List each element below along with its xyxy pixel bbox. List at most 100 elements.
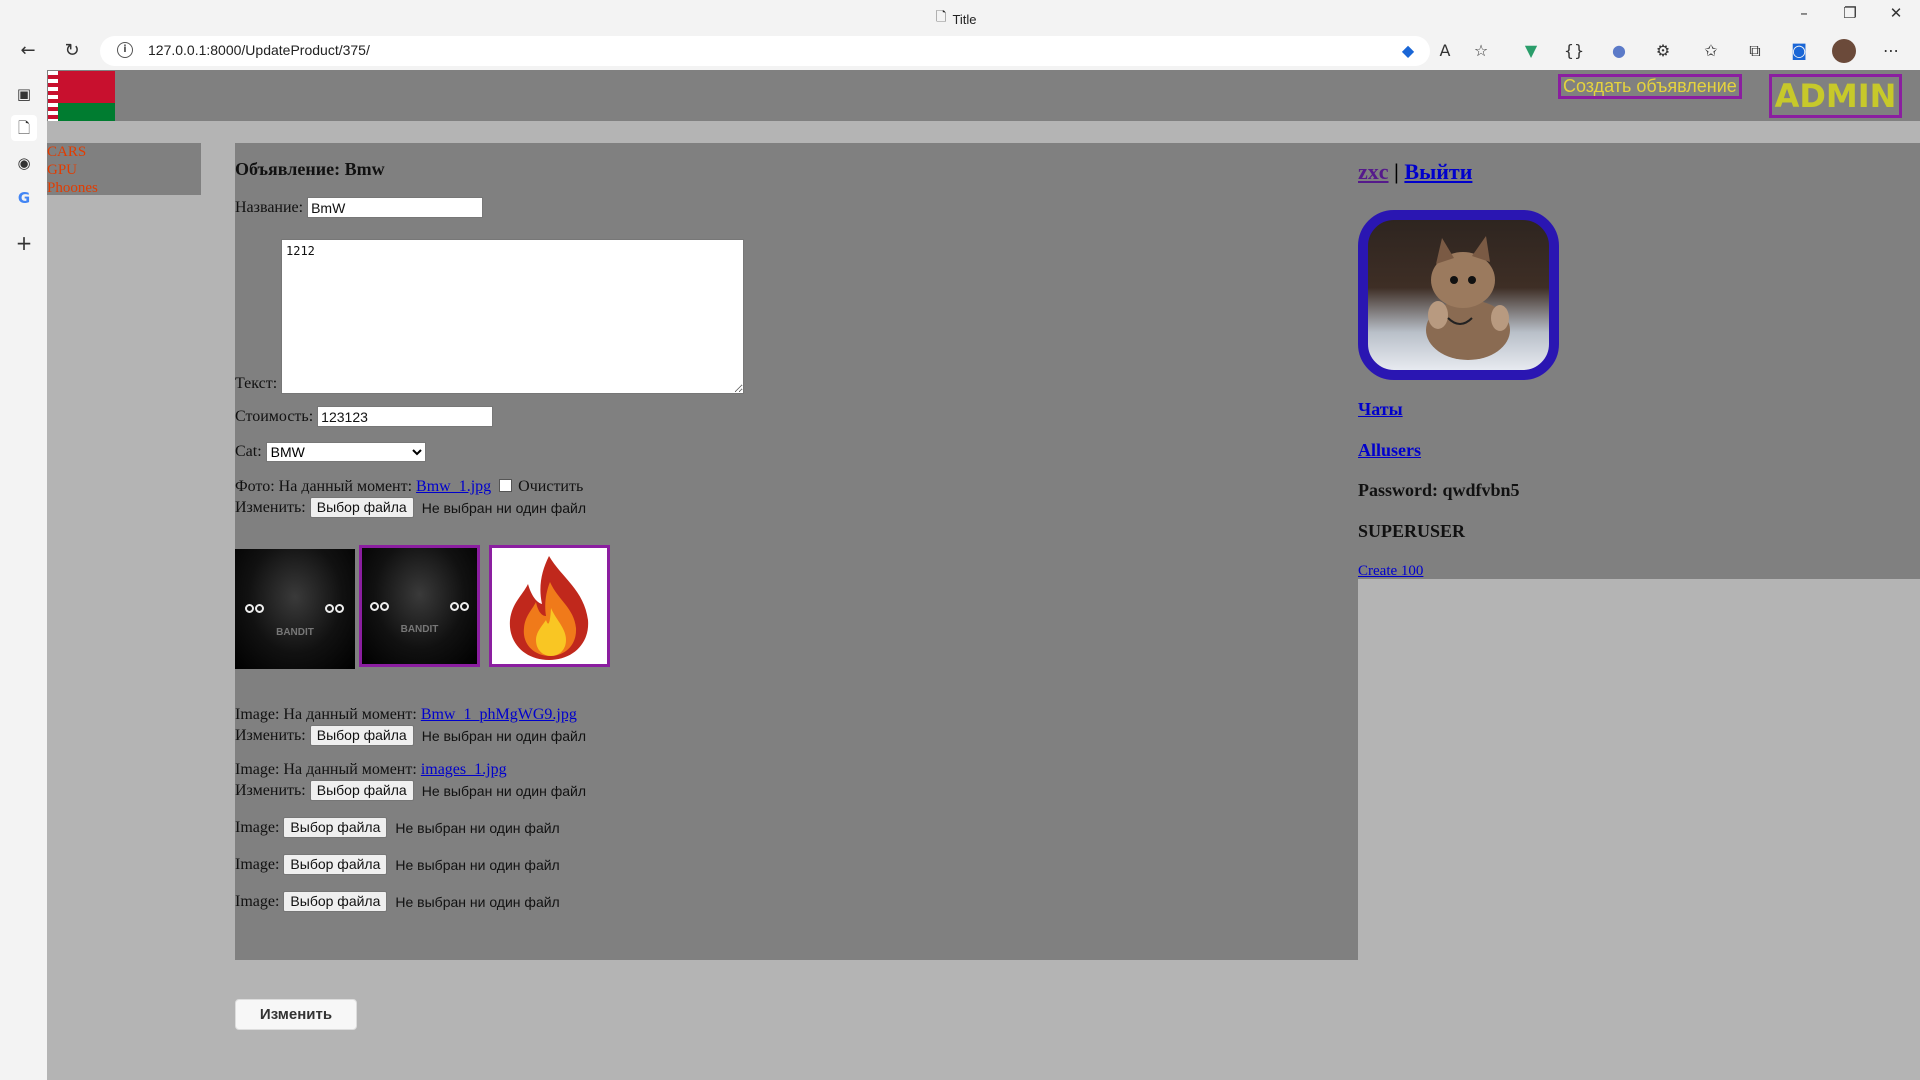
json-extension-icon[interactable]: {}	[1561, 38, 1587, 64]
photo-file-button[interactable]: Выбор файла	[309, 497, 414, 518]
image3-row: Image: Выбор файла Не выбран ни один фай…	[235, 817, 560, 838]
username-link[interactable]: zxc	[1358, 159, 1389, 184]
refresh-icon[interactable]: ↻	[60, 39, 84, 63]
image2-file-link[interactable]: images_1.jpg	[421, 761, 507, 778]
browser-sidebar: ▣ 🗋 ◉ G +	[0, 70, 47, 1080]
thumbnail-car-2[interactable]: BANDIT	[359, 545, 480, 667]
image1-change-row: Изменить: Выбор файла Не выбран ни один …	[235, 725, 586, 746]
web-page: Создать объявление ADMIN CARS GPU Phoone…	[47, 70, 1920, 1080]
favorite-icon[interactable]: ☆	[1468, 38, 1494, 64]
edit-form: Объявление: Bmw Название: Текст: 1212 Ст…	[235, 143, 1358, 1030]
cat-label: Cat:	[235, 443, 262, 460]
image5-file-status: Не выбран ни один файл	[395, 893, 560, 910]
fire-icon	[509, 556, 589, 660]
user-avatar[interactable]	[1358, 210, 1559, 380]
category-select[interactable]: BMW	[265, 442, 426, 462]
change-label: Изменить:	[235, 498, 306, 516]
create-ad-button[interactable]: Создать объявление	[1558, 74, 1742, 99]
text-label: Текст:	[235, 375, 278, 392]
page-tab-icon[interactable]: 🗋	[11, 115, 37, 141]
window-title: 🗋 Title	[936, 8, 977, 30]
change-label: Изменить:	[235, 781, 306, 799]
github-icon[interactable]: ◉	[11, 150, 37, 176]
create-100-link[interactable]: Create 100	[1358, 563, 1423, 580]
name-label: Название:	[235, 198, 304, 216]
url-text: 127.0.0.1:8000/UpdateProduct/375/	[148, 42, 370, 58]
extensions-icon[interactable]: ⚙	[1650, 38, 1676, 64]
image1-label: Image: На данный момент:	[235, 706, 417, 723]
thumbnail-fire[interactable]	[489, 545, 610, 667]
read-aloud-icon[interactable]: A	[1432, 38, 1458, 64]
image3-file-status: Не выбран ни один файл	[395, 819, 560, 836]
minimize-icon[interactable]: –	[1782, 4, 1826, 28]
clear-checkbox[interactable]	[499, 479, 513, 492]
more-icon[interactable]: ⋯	[1878, 38, 1904, 64]
category-link-cars[interactable]: CARS	[47, 143, 201, 161]
close-icon[interactable]: ✕	[1874, 4, 1918, 28]
photo-row: Фото: На данный момент: Bmw_1.jpg Очисти…	[235, 478, 583, 496]
image-label: Image:	[235, 818, 280, 836]
image2-file-button[interactable]: Выбор файла	[309, 780, 414, 801]
google-icon[interactable]: G	[11, 185, 37, 211]
image2-label: Image: На данный момент:	[235, 761, 417, 778]
image2-row: Image: На данный момент: images_1.jpg	[235, 761, 507, 779]
photo-label: Фото: На данный момент:	[235, 478, 413, 495]
change-label: Изменить:	[235, 726, 306, 744]
password-text: Password: qwdfvbn5	[1358, 480, 1520, 500]
image4-file-status: Не выбран ни один файл	[395, 856, 560, 873]
image2-change-row: Изменить: Выбор файла Не выбран ни один …	[235, 780, 586, 801]
photo-file-status: Не выбран ни один файл	[421, 499, 587, 516]
logout-link[interactable]: Выйти	[1404, 159, 1472, 184]
category-row: Cat: BMW	[235, 442, 426, 462]
user-header: zxc | Выйти	[1358, 159, 1473, 184]
name-row: Название:	[235, 197, 484, 218]
thumbnail-car-1[interactable]: BANDIT	[235, 549, 355, 669]
image5-row: Image: Выбор файла Не выбран ни один фай…	[235, 891, 560, 912]
role-text: SUPERUSER	[1358, 521, 1466, 541]
chats-link[interactable]: Чаты	[1358, 399, 1403, 420]
vue-extension-icon[interactable]: ▼	[1518, 38, 1544, 64]
photo-change-row: Изменить: Выбор файла Не выбран ни один …	[235, 497, 586, 518]
text-area[interactable]: 1212	[281, 239, 744, 394]
image5-file-button[interactable]: Выбор файла	[283, 891, 388, 912]
image-label: Image:	[235, 892, 280, 910]
page-title: Объявление: Bmw	[235, 159, 385, 179]
image1-file-button[interactable]: Выбор файла	[309, 725, 414, 746]
favorites-icon[interactable]: ✩	[1698, 38, 1724, 64]
image1-file-link[interactable]: Bmw_1_phMgWG9.jpg	[421, 706, 577, 723]
price-row: Стоимость:	[235, 406, 494, 427]
profile-avatar[interactable]	[1832, 39, 1856, 63]
site-header: Создать объявление ADMIN	[47, 70, 1920, 121]
price-label: Стоимость:	[235, 407, 314, 425]
tabs-icon[interactable]: ▣	[11, 81, 37, 107]
image4-row: Image: Выбор файла Не выбран ни один фай…	[235, 854, 560, 875]
clear-label: Очистить	[518, 478, 584, 495]
kitten-photo	[1426, 236, 1510, 360]
belarus-flag-logo[interactable]	[48, 71, 115, 121]
admin-button[interactable]: ADMIN	[1769, 74, 1902, 118]
extension-icon[interactable]: ●	[1606, 38, 1632, 64]
window-titlebar: 🗋 Title – ❐ ✕	[0, 0, 1920, 32]
price-field[interactable]	[317, 406, 494, 427]
image1-row: Image: На данный момент: Bmw_1_phMgWG9.j…	[235, 706, 577, 724]
add-icon[interactable]: +	[11, 230, 37, 256]
tag-icon[interactable]: ◆	[1395, 38, 1421, 64]
collections-icon[interactable]: ⧉	[1742, 38, 1768, 64]
category-link-phones[interactable]: Phoones	[47, 179, 201, 197]
name-field[interactable]	[307, 197, 484, 218]
info-icon[interactable]: i	[117, 42, 133, 58]
image3-file-button[interactable]: Выбор файла	[283, 817, 388, 838]
back-icon[interactable]: ←	[16, 39, 40, 63]
image1-file-status: Не выбран ни один файл	[421, 727, 587, 744]
category-menu: CARS GPU Phoones	[47, 143, 201, 197]
restore-icon[interactable]: ❐	[1828, 4, 1872, 28]
image4-file-button[interactable]: Выбор файла	[283, 854, 388, 875]
submit-button[interactable]: Изменить	[235, 999, 357, 1030]
allusers-link[interactable]: Allusers	[1358, 440, 1421, 461]
edge-icon[interactable]: ◙	[1786, 38, 1812, 64]
image2-file-status: Не выбран ни один файл	[421, 782, 587, 799]
photo-file-link[interactable]: Bmw_1.jpg	[416, 478, 491, 495]
page-icon: 🗋	[936, 9, 947, 24]
category-link-gpu[interactable]: GPU	[47, 161, 201, 179]
image-label: Image:	[235, 855, 280, 873]
